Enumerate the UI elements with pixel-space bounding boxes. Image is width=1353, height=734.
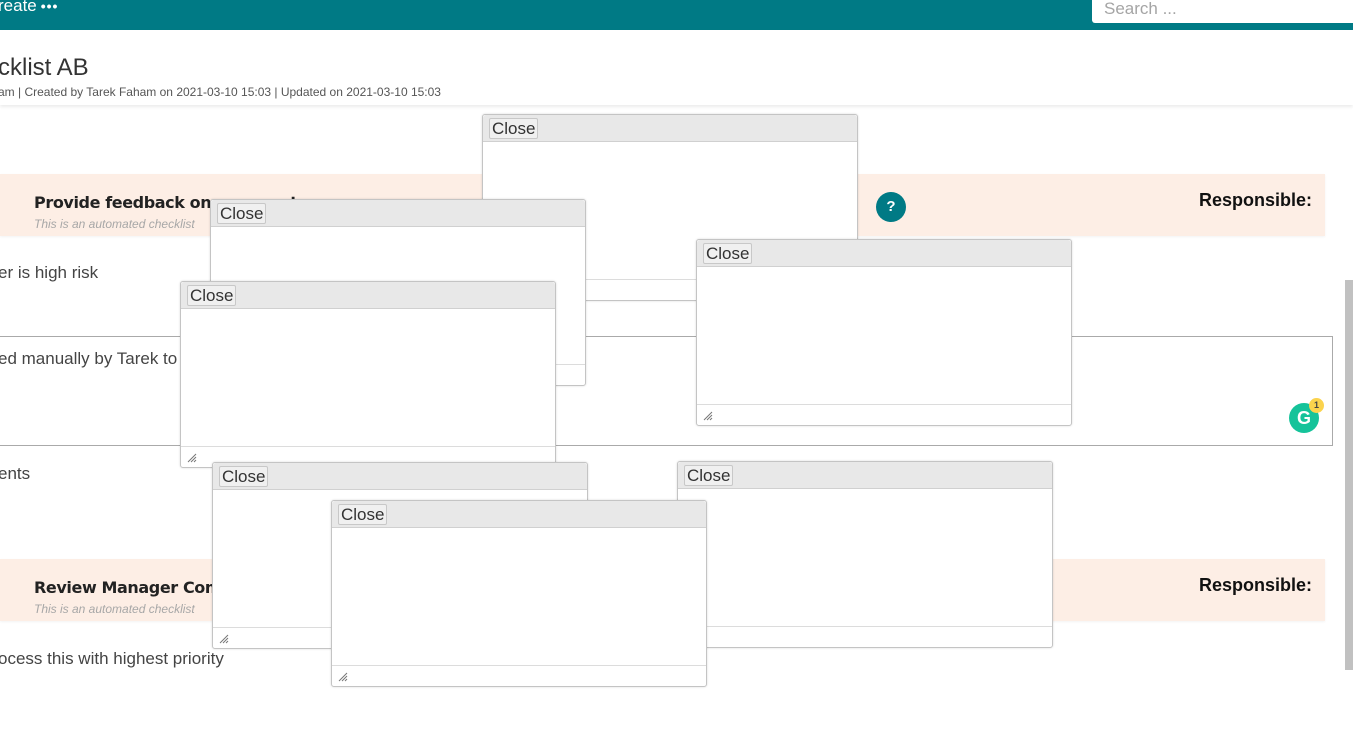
close-button[interactable]: Close (489, 118, 539, 139)
resize-handle-icon[interactable] (219, 634, 229, 644)
popup-dialog: Close (677, 461, 1053, 648)
popup-dialog: Close (696, 239, 1072, 426)
grammarly-count-badge: 1 (1309, 398, 1324, 413)
popup-dialog: Close (180, 281, 556, 468)
dialog-titlebar[interactable]: Close (211, 200, 585, 227)
page-meta: am | Created by Tarek Faham on 2021-03-1… (0, 85, 441, 99)
dialog-footer (678, 626, 1052, 647)
dialog-titlebar[interactable]: Close (697, 240, 1071, 267)
more-dots-icon: ••• (40, 0, 59, 14)
section-subtitle: This is an automated checklist (34, 602, 195, 616)
dialog-titlebar[interactable]: Close (483, 115, 857, 142)
resize-handle-icon[interactable] (187, 453, 197, 463)
scrollbar[interactable] (1345, 280, 1353, 670)
close-button[interactable]: Close (217, 203, 267, 224)
dialog-footer (332, 665, 706, 686)
checklist-item-comments: ents (0, 464, 31, 483)
comment-text: ed manually by Tarek to (0, 349, 178, 368)
section-subtitle: This is an automated checklist (34, 217, 195, 231)
resize-handle-icon[interactable] (338, 672, 348, 682)
responsible-label: Responsible: (1198, 575, 1312, 595)
close-button[interactable]: Close (703, 243, 753, 264)
dialog-titlebar[interactable]: Close (213, 463, 587, 490)
close-button[interactable]: Close (219, 466, 269, 487)
responsible-label: Responsible: (1198, 190, 1312, 210)
page-title: cklist AB (0, 54, 89, 81)
dialog-titlebar[interactable]: Close (332, 501, 706, 528)
close-button[interactable]: Close (684, 465, 734, 486)
dialog-titlebar[interactable]: Close (678, 462, 1052, 489)
resize-handle-icon[interactable] (703, 411, 713, 421)
checklist-item-high-risk: er is high risk (0, 263, 99, 282)
checklist-item-priority: ocess this with highest priority (0, 649, 224, 668)
close-button[interactable]: Close (338, 504, 388, 525)
popup-dialog: Close (331, 500, 707, 687)
dialog-footer (697, 404, 1071, 425)
create-label: reate (0, 0, 37, 15)
create-menu-button[interactable]: reate ••• (0, 0, 58, 16)
grammarly-letter: G (1296, 408, 1311, 428)
top-navbar: reate ••• (0, 0, 1353, 30)
page-header: cklist AB am | Created by Tarek Faham on… (0, 30, 1353, 105)
dialog-titlebar[interactable]: Close (181, 282, 555, 309)
help-icon[interactable]: ? (876, 192, 906, 222)
search-input[interactable] (1092, 0, 1353, 23)
close-button[interactable]: Close (187, 285, 237, 306)
